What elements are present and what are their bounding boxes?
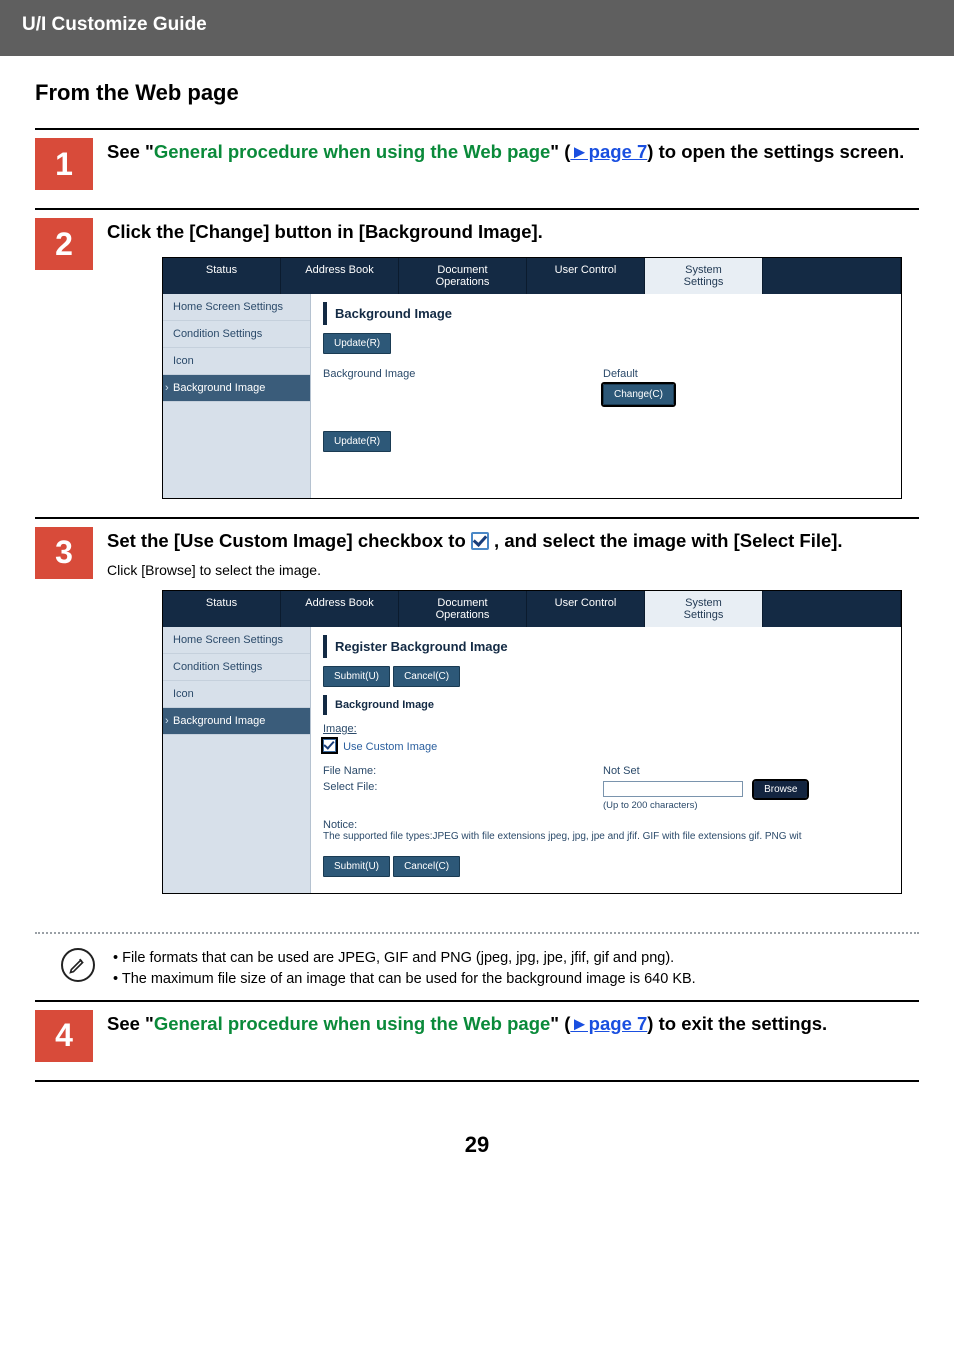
link-page-7[interactable]: ►page 7 (570, 1013, 647, 1034)
tab-status[interactable]: Status (163, 591, 281, 627)
value-default: Default (603, 368, 674, 380)
tab-document-operations[interactable]: Document Operations (399, 591, 527, 627)
step-4-heading: See "General procedure when using the We… (107, 1012, 919, 1037)
right-pane: Register Background Image Submit(U) Canc… (311, 627, 901, 893)
submit-button-top[interactable]: Submit(U) (323, 666, 390, 687)
pane-title: Background Image (323, 302, 889, 325)
update-button[interactable]: Update(R) (323, 333, 391, 354)
submit-button-bottom[interactable]: Submit(U) (323, 856, 390, 877)
step-number: 3 (35, 527, 93, 579)
subsection-title: Background Image (323, 695, 889, 715)
tab-filler (763, 258, 901, 294)
page-number: 29 (35, 1132, 919, 1158)
change-button[interactable]: Change(C) (603, 384, 674, 405)
step-4: 4 See "General procedure when using the … (35, 1000, 919, 1082)
label-background-image: Background Image (323, 368, 603, 405)
section-title: From the Web page (35, 80, 919, 106)
text: Set the [Use Custom Image] checkbox to (107, 530, 471, 551)
notice-label: Notice: (323, 819, 889, 831)
text: " ( (550, 1013, 570, 1034)
nav-home-screen-settings[interactable]: Home Screen Settings (163, 627, 310, 654)
page-content: From the Web page 1 See "General procedu… (0, 80, 954, 1198)
screenshot-bg-image-page: Status Address Book Document Operations … (162, 257, 902, 499)
tab-address-book[interactable]: Address Book (281, 258, 399, 294)
text: ) to open the settings screen. (647, 141, 904, 162)
link-page-7[interactable]: ►page 7 (570, 141, 647, 162)
step-1: 1 See "General procedure when using the … (35, 128, 919, 208)
pane-title: Register Background Image (323, 635, 889, 658)
checkbox-icon (471, 532, 489, 550)
char-limit-note: (Up to 200 characters) (603, 800, 807, 811)
tab-bar: Status Address Book Document Operations … (163, 591, 901, 627)
tab-system-settings[interactable]: System Settings (645, 591, 763, 627)
link-procedure[interactable]: General procedure when using the Web pag… (154, 1013, 550, 1034)
right-pane: Background Image Update(R) Background Im… (311, 294, 901, 498)
step-1-heading: See "General procedure when using the We… (107, 140, 919, 165)
cancel-button-top[interactable]: Cancel(C) (393, 666, 460, 687)
nav-icon[interactable]: Icon (163, 681, 310, 708)
note-line-1: • File formats that can be used are JPEG… (113, 948, 696, 969)
tab-system-settings[interactable]: System Settings (645, 258, 763, 294)
dotted-separator (35, 932, 919, 934)
nav-background-image[interactable]: Background Image (163, 375, 310, 402)
doc-header: U/I Customize Guide (0, 0, 954, 56)
nav-condition-settings[interactable]: Condition Settings (163, 654, 310, 681)
left-nav: Home Screen Settings Condition Settings … (163, 627, 311, 893)
screenshot-register-bg-page: Status Address Book Document Operations … (162, 590, 902, 894)
text: See " (107, 141, 154, 162)
step-2: 2 Click the [Change] button in [Backgrou… (35, 208, 919, 517)
step-number: 4 (35, 1010, 93, 1062)
doc-title: U/I Customize Guide (22, 14, 207, 35)
tab-user-control[interactable]: User Control (527, 591, 645, 627)
notice-text: The supported file types:JPEG with file … (323, 831, 889, 842)
step-3: 3 Set the [Use Custom Image] checkbox to… (35, 517, 919, 912)
note-line-2: • The maximum file size of an image that… (113, 969, 696, 990)
left-nav: Home Screen Settings Condition Settings … (163, 294, 311, 498)
file-name-value: Not Set (603, 765, 640, 777)
tab-user-control[interactable]: User Control (527, 258, 645, 294)
step-3-heading: Set the [Use Custom Image] checkbox to ,… (107, 529, 919, 554)
step-2-heading: Click the [Change] button in [Background… (107, 220, 919, 245)
step-3-subtext: Click [Browse] to select the image. (107, 562, 919, 578)
tab-document-operations[interactable]: Document Operations (399, 258, 527, 294)
text: ) to exit the settings. (647, 1013, 827, 1034)
select-file-label: Select File: (323, 781, 603, 811)
tab-address-book[interactable]: Address Book (281, 591, 399, 627)
tab-filler (763, 591, 901, 627)
browse-button[interactable]: Browse (754, 781, 807, 798)
pencil-icon (61, 948, 95, 982)
note-block: • File formats that can be used are JPEG… (35, 948, 919, 990)
nav-background-image[interactable]: Background Image (163, 708, 310, 735)
step-number: 2 (35, 218, 93, 270)
text: , and select the image with [Select File… (489, 530, 843, 551)
nav-icon[interactable]: Icon (163, 348, 310, 375)
image-label: Image: (323, 723, 889, 735)
select-file-input[interactable] (603, 781, 743, 797)
nav-condition-settings[interactable]: Condition Settings (163, 321, 310, 348)
tab-status[interactable]: Status (163, 258, 281, 294)
use-custom-image-checkbox[interactable] (323, 739, 336, 752)
text: See " (107, 1013, 154, 1034)
cancel-button-bottom[interactable]: Cancel(C) (393, 856, 460, 877)
update-button-bottom[interactable]: Update(R) (323, 431, 391, 452)
step-number: 1 (35, 138, 93, 190)
use-custom-image-label: Use Custom Image (343, 741, 437, 753)
tab-bar: Status Address Book Document Operations … (163, 258, 901, 294)
text: " ( (550, 141, 570, 162)
file-name-label: File Name: (323, 765, 603, 777)
link-procedure[interactable]: General procedure when using the Web pag… (154, 141, 550, 162)
nav-home-screen-settings[interactable]: Home Screen Settings (163, 294, 310, 321)
